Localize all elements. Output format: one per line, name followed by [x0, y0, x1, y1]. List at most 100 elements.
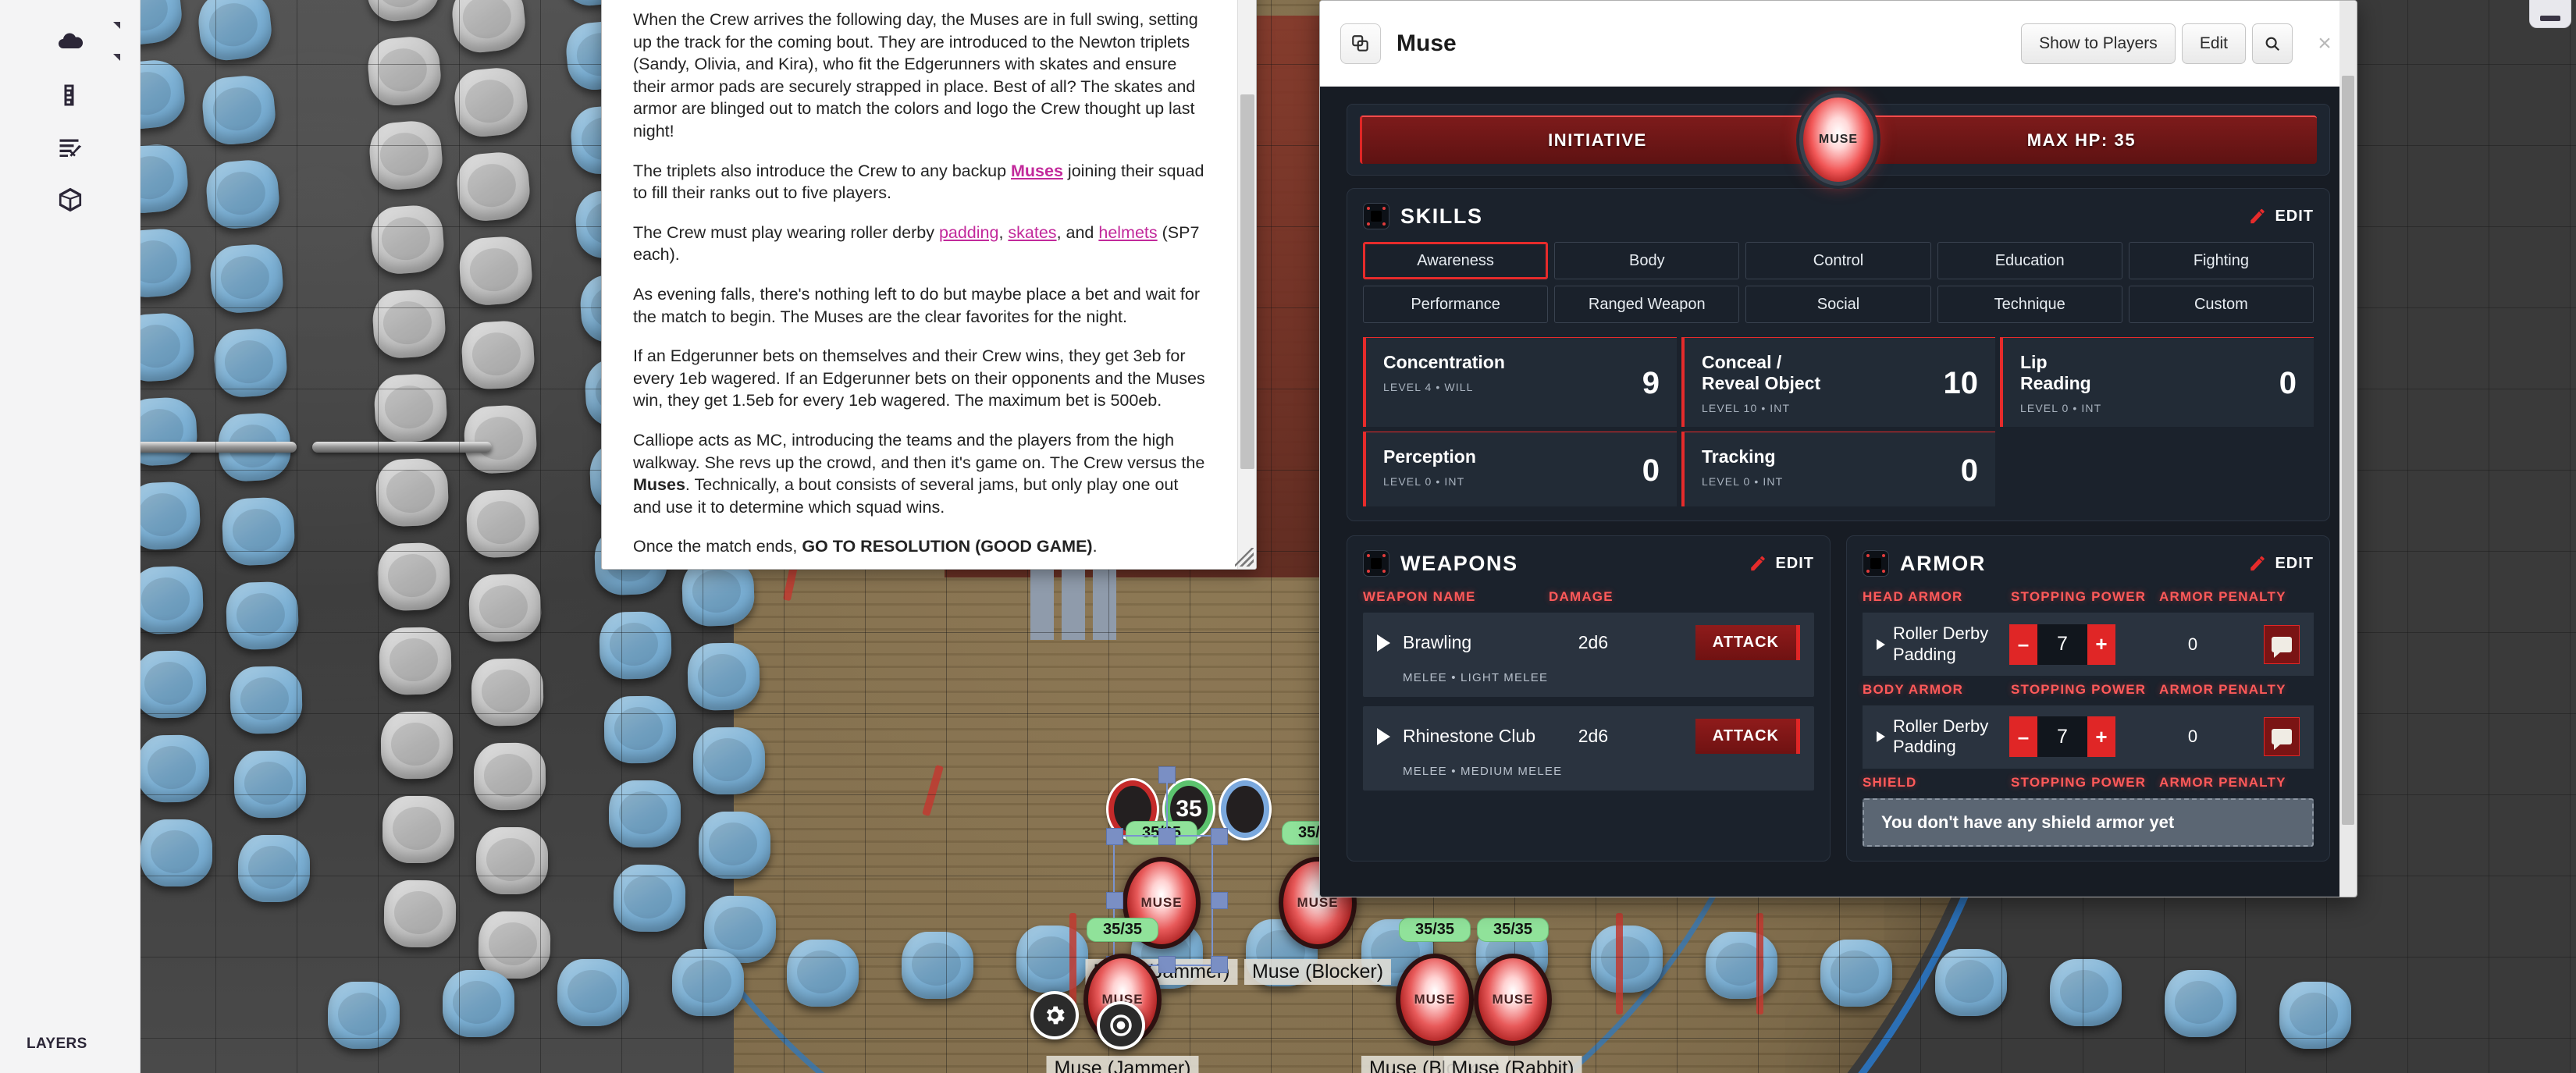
- decrement-button[interactable]: –: [2009, 716, 2037, 758]
- sidebar-item-measure[interactable]: [0, 54, 141, 119]
- skill-detail: LEVEL 0 • INT: [2020, 402, 2102, 415]
- resize-handle[interactable]: [1211, 828, 1228, 845]
- link-skates[interactable]: skates: [1008, 223, 1056, 242]
- expand-triangle-icon[interactable]: [1377, 727, 1390, 745]
- skill-tab-control[interactable]: Control: [1745, 242, 1931, 279]
- collapse-panel-button[interactable]: [2529, 0, 2571, 28]
- pencil-icon: [2250, 556, 2265, 571]
- target-icon[interactable]: [1097, 1001, 1145, 1050]
- resize-handle[interactable]: [1211, 892, 1228, 909]
- bold-muses: Muses: [633, 475, 685, 495]
- skill-detail: LEVEL 0 • INT: [1383, 475, 1465, 489]
- character-portrait-badge[interactable]: MUSE: [1799, 94, 1877, 186]
- rotate-handle[interactable]: [1158, 766, 1176, 783]
- show-to-players-button[interactable]: Show to Players: [2021, 23, 2176, 64]
- armor-edit-button[interactable]: EDIT: [2248, 554, 2314, 573]
- stopping-power-stepper[interactable]: –7 +: [2009, 716, 2126, 758]
- link-muses[interactable]: Muses: [1011, 162, 1063, 180]
- weapon-name: Rhinestone Club: [1403, 726, 1536, 747]
- shield-empty-state: You don't have any shield armor yet: [1863, 798, 2314, 847]
- skill-tab-ranged-weapon[interactable]: Ranged Weapon: [1554, 286, 1740, 323]
- link-helmets[interactable]: helmets: [1098, 223, 1157, 242]
- skill-tab-body[interactable]: Body: [1554, 242, 1740, 279]
- initiative-button[interactable]: INITIATIVE: [1360, 115, 1833, 164]
- weapons-edit-button[interactable]: EDIT: [1749, 554, 1814, 573]
- resize-handle[interactable]: [1106, 828, 1123, 845]
- armor-row[interactable]: Roller Derby Padding –7 +0: [1863, 705, 2314, 769]
- skill-tab-education[interactable]: Education: [1937, 242, 2122, 279]
- skill-tab-technique[interactable]: Technique: [1937, 286, 2122, 323]
- resize-handle[interactable]: [1158, 828, 1176, 845]
- skill-category-tabs[interactable]: Awareness Body Control Education Fighting Per…: [1363, 242, 2314, 323]
- note-icon[interactable]: [2264, 717, 2300, 757]
- rotate-stem: [1166, 782, 1168, 830]
- link-padding[interactable]: padding: [939, 223, 999, 242]
- map-token[interactable]: 35/35 MUSE Muse (Blocker): [1361, 918, 1509, 1073]
- skill-card[interactable]: Lip Reading LEVEL 0 • INT 0: [2000, 337, 2314, 428]
- sidebar-item-journal[interactable]: [0, 123, 141, 171]
- bold-resolution: GO TO RESOLUTION (GOOD GAME): [802, 537, 1093, 556]
- sidebar-item-dice[interactable]: [0, 176, 141, 223]
- stopping-power-value[interactable]: 7: [2037, 624, 2087, 665]
- skill-card[interactable]: Conceal / Reveal Object LEVEL 10 • INT 10: [1681, 337, 1995, 428]
- weapon-row[interactable]: Rhinestone Club 2d6 ATTACK MELEE • MEDIUM M…: [1363, 706, 1814, 791]
- edit-button[interactable]: Edit: [2181, 23, 2246, 64]
- weapon-name: Brawling: [1403, 632, 1472, 653]
- stopping-power-stepper[interactable]: –7 +: [2009, 624, 2126, 665]
- weapon-row[interactable]: Brawling 2d6 ATTACK MELEE • LIGHT MELEE: [1363, 613, 1814, 698]
- max-hp-display[interactable]: MAX HP: 35: [1844, 115, 2317, 164]
- map-token[interactable]: 35/35 MUSE Muse (Rabbit): [1443, 918, 1582, 1073]
- character-sheet-window[interactable]: Muse Show to Players Edit × INITIATIVE M…: [1319, 0, 2357, 897]
- increment-button[interactable]: +: [2087, 624, 2115, 665]
- sheet-scrollbar[interactable]: [2339, 1, 2357, 897]
- handout-scroll-thumb[interactable]: [1240, 94, 1254, 469]
- skill-tab-fighting[interactable]: Fighting: [2128, 242, 2314, 279]
- handout-scrollbar[interactable]: [1237, 0, 1256, 569]
- token-selection-box[interactable]: [1106, 766, 1228, 973]
- col-armor-penalty: ARMOR PENALTY: [2159, 774, 2286, 790]
- skill-card[interactable]: Concentration LEVEL 4 • WILL 9: [1363, 337, 1677, 428]
- handout-paragraph: Calliope acts as MC, introducing the tea…: [633, 430, 1205, 517]
- attack-button[interactable]: ATTACK: [1695, 719, 1800, 755]
- col-armor-slot: HEAD ARMOR: [1863, 589, 1963, 605]
- increment-button[interactable]: +: [2087, 716, 2115, 758]
- token-portrait[interactable]: MUSE: [1474, 954, 1552, 1046]
- resize-handle[interactable]: [1106, 892, 1123, 909]
- left-toolbar: LAYERS: [0, 0, 141, 1073]
- search-icon[interactable]: [2252, 23, 2293, 64]
- skill-value: 0: [1960, 453, 1978, 488]
- skill-detail: LEVEL 0 • INT: [1702, 475, 1784, 489]
- note-icon[interactable]: [2264, 624, 2300, 664]
- skill-tab-awareness[interactable]: Awareness: [1363, 242, 1549, 279]
- handout-paragraph: Once the match ends, GO TO RESOLUTION (G…: [633, 537, 1098, 556]
- attack-button[interactable]: ATTACK: [1695, 625, 1800, 661]
- expand-triangle-icon[interactable]: [1877, 638, 1885, 650]
- skill-value: 0: [1642, 453, 1660, 488]
- stopping-power-value[interactable]: 7: [2037, 716, 2087, 758]
- skill-value: 9: [1642, 366, 1660, 401]
- skill-card[interactable]: Tracking LEVEL 0 • INT 0: [1681, 432, 1995, 507]
- skill-tab-custom[interactable]: Custom: [2128, 286, 2314, 323]
- close-icon[interactable]: ×: [2313, 30, 2336, 57]
- handout-resize-handle[interactable]: [1235, 548, 1254, 567]
- col-weapon-name: WEAPON NAME: [1363, 589, 1476, 605]
- skill-card[interactable]: Perception LEVEL 0 • INT 0: [1363, 432, 1677, 507]
- expand-triangle-icon[interactable]: [1377, 634, 1390, 652]
- decrement-button[interactable]: –: [2009, 624, 2037, 665]
- blue-marker[interactable]: [1221, 780, 1269, 838]
- gear-icon[interactable]: [1030, 991, 1079, 1039]
- token-portrait[interactable]: MUSE: [1396, 954, 1474, 1046]
- sheet-scroll-thumb[interactable]: [2342, 76, 2354, 825]
- token-label: Muse (Blocker): [1244, 959, 1392, 985]
- skill-tab-performance[interactable]: Performance: [1363, 286, 1549, 323]
- skills-edit-button[interactable]: EDIT: [2248, 207, 2314, 226]
- resize-handle[interactable]: [1211, 956, 1228, 973]
- handout-window[interactable]: When the Crew arrives the following day,…: [601, 0, 1257, 570]
- weapons-armor-row: WEAPONS EDIT WEAPON NAME DAMAGE Brawling…: [1347, 535, 2330, 876]
- skill-tab-social[interactable]: Social: [1745, 286, 1931, 323]
- armor-row[interactable]: Roller Derby Padding –7 +0: [1863, 613, 2314, 677]
- handout-paragraph: The Crew must play wearing roller derby …: [633, 222, 1200, 265]
- expand-triangle-icon[interactable]: [1877, 731, 1885, 743]
- copy-icon[interactable]: [1340, 23, 1381, 64]
- expand-corner-icon: [113, 22, 120, 29]
